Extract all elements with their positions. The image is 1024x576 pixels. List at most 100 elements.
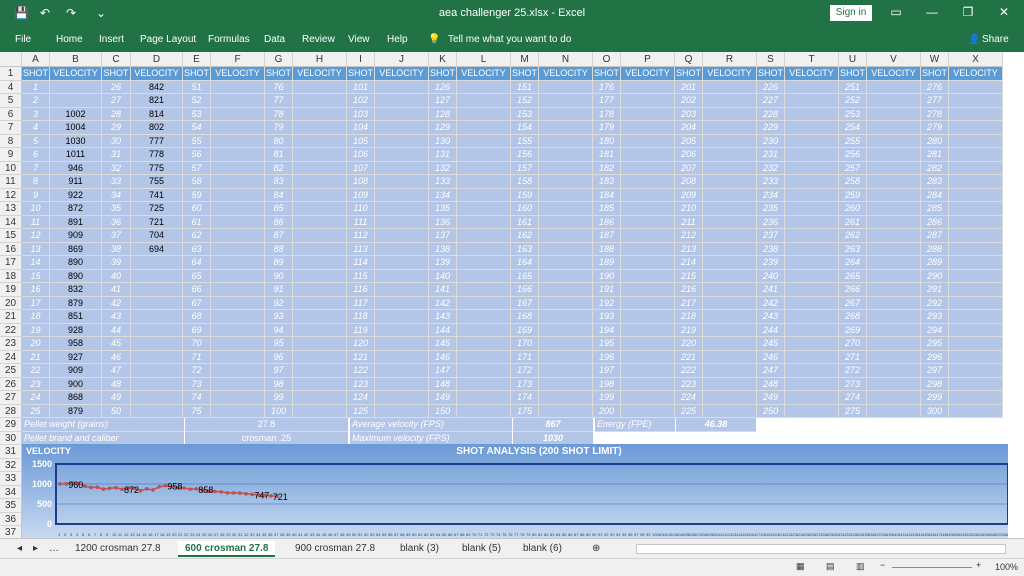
- velocity-cell[interactable]: [293, 310, 347, 324]
- velocity-cell[interactable]: [293, 134, 347, 148]
- velocity-cell[interactable]: 741: [131, 188, 183, 202]
- velocity-cell[interactable]: [457, 229, 511, 243]
- velocity-cell[interactable]: [211, 175, 265, 189]
- velocity-cell[interactable]: [867, 80, 921, 94]
- velocity-cell[interactable]: [785, 391, 839, 405]
- row-header[interactable]: 16: [0, 242, 22, 256]
- velocity-cell[interactable]: [867, 283, 921, 297]
- velocity-cell[interactable]: [703, 256, 757, 270]
- minimize-icon[interactable]: —: [922, 5, 942, 19]
- tab-home[interactable]: Home: [56, 34, 83, 45]
- velocity-cell[interactable]: [785, 242, 839, 256]
- velocity-cell[interactable]: [539, 350, 593, 364]
- velocity-cell[interactable]: [539, 323, 593, 337]
- velocity-cell[interactable]: [867, 337, 921, 351]
- velocity-cell[interactable]: [293, 404, 347, 418]
- velocity-cell[interactable]: [457, 283, 511, 297]
- velocity-cell[interactable]: [211, 391, 265, 405]
- page-break-icon[interactable]: ▥: [856, 561, 865, 572]
- velocity-cell[interactable]: [375, 202, 429, 216]
- velocity-cell[interactable]: 704: [131, 229, 183, 243]
- row-header[interactable]: 32: [0, 458, 22, 472]
- velocity-cell[interactable]: [293, 364, 347, 378]
- velocity-cell[interactable]: [867, 364, 921, 378]
- velocity-cell[interactable]: [457, 391, 511, 405]
- velocity-cell[interactable]: [949, 310, 1003, 324]
- velocity-cell[interactable]: [457, 80, 511, 94]
- column-header[interactable]: P: [621, 52, 675, 67]
- velocity-cell[interactable]: [621, 80, 675, 94]
- velocity-cell[interactable]: [131, 404, 183, 418]
- velocity-cell[interactable]: [785, 323, 839, 337]
- row-header[interactable]: 36: [0, 512, 22, 526]
- velocity-cell[interactable]: [785, 229, 839, 243]
- velocity-cell[interactable]: [785, 94, 839, 108]
- row-header[interactable]: 4: [0, 80, 22, 94]
- velocity-cell[interactable]: [867, 94, 921, 108]
- velocity-cell[interactable]: [211, 323, 265, 337]
- velocity-cell[interactable]: [293, 121, 347, 135]
- normal-view-icon[interactable]: ▦: [796, 561, 805, 572]
- velocity-cell[interactable]: 1002: [50, 107, 102, 121]
- velocity-cell[interactable]: [621, 215, 675, 229]
- row-header[interactable]: 26: [0, 377, 22, 391]
- velocity-cell[interactable]: [949, 404, 1003, 418]
- tab-help[interactable]: Help: [387, 34, 408, 45]
- sheet-tab[interactable]: 1200 crosman 27.8: [68, 541, 168, 557]
- velocity-cell[interactable]: [867, 404, 921, 418]
- velocity-cell[interactable]: [539, 337, 593, 351]
- velocity-cell[interactable]: [131, 283, 183, 297]
- velocity-cell[interactable]: [703, 391, 757, 405]
- column-header[interactable]: C: [102, 52, 131, 67]
- velocity-cell[interactable]: [131, 296, 183, 310]
- velocity-cell[interactable]: [457, 296, 511, 310]
- velocity-cell[interactable]: [949, 296, 1003, 310]
- velocity-cell[interactable]: [703, 188, 757, 202]
- tab-review[interactable]: Review: [302, 34, 335, 45]
- velocity-cell[interactable]: [211, 337, 265, 351]
- velocity-cell[interactable]: 909: [50, 229, 102, 243]
- velocity-cell[interactable]: 814: [131, 107, 183, 121]
- velocity-cell[interactable]: [211, 94, 265, 108]
- velocity-cell[interactable]: [539, 377, 593, 391]
- velocity-cell[interactable]: [949, 256, 1003, 270]
- velocity-cell[interactable]: [867, 391, 921, 405]
- velocity-cell[interactable]: [375, 323, 429, 337]
- velocity-cell[interactable]: [621, 296, 675, 310]
- sheet-tab[interactable]: blank (5): [455, 541, 508, 557]
- velocity-cell[interactable]: [949, 134, 1003, 148]
- velocity-cell[interactable]: [703, 283, 757, 297]
- velocity-cell[interactable]: 1004: [50, 121, 102, 135]
- velocity-cell[interactable]: [211, 350, 265, 364]
- velocity-cell[interactable]: [703, 121, 757, 135]
- velocity-cell[interactable]: [539, 404, 593, 418]
- velocity-cell[interactable]: [293, 107, 347, 121]
- velocity-cell[interactable]: [50, 94, 102, 108]
- velocity-cell[interactable]: [621, 175, 675, 189]
- velocity-cell[interactable]: [949, 377, 1003, 391]
- velocity-cell[interactable]: [949, 350, 1003, 364]
- velocity-cell[interactable]: [50, 80, 102, 94]
- velocity-cell[interactable]: 890: [50, 256, 102, 270]
- velocity-cell[interactable]: [785, 134, 839, 148]
- velocity-cell[interactable]: [867, 202, 921, 216]
- velocity-cell[interactable]: [621, 121, 675, 135]
- velocity-cell[interactable]: [211, 269, 265, 283]
- column-header[interactable]: F: [211, 52, 265, 67]
- column-header[interactable]: O: [593, 52, 621, 67]
- velocity-cell[interactable]: [785, 215, 839, 229]
- velocity-cell[interactable]: [293, 337, 347, 351]
- velocity-cell[interactable]: [211, 377, 265, 391]
- velocity-cell[interactable]: [703, 404, 757, 418]
- velocity-cell[interactable]: [457, 377, 511, 391]
- velocity-cell[interactable]: [293, 391, 347, 405]
- velocity-cell[interactable]: [867, 107, 921, 121]
- velocity-cell[interactable]: 909: [50, 364, 102, 378]
- column-header[interactable]: A: [22, 52, 50, 67]
- column-header[interactable]: B: [50, 52, 102, 67]
- velocity-cell[interactable]: [703, 377, 757, 391]
- velocity-cell[interactable]: [457, 161, 511, 175]
- velocity-cell[interactable]: [867, 377, 921, 391]
- velocity-cell[interactable]: [703, 202, 757, 216]
- velocity-cell[interactable]: 842: [131, 80, 183, 94]
